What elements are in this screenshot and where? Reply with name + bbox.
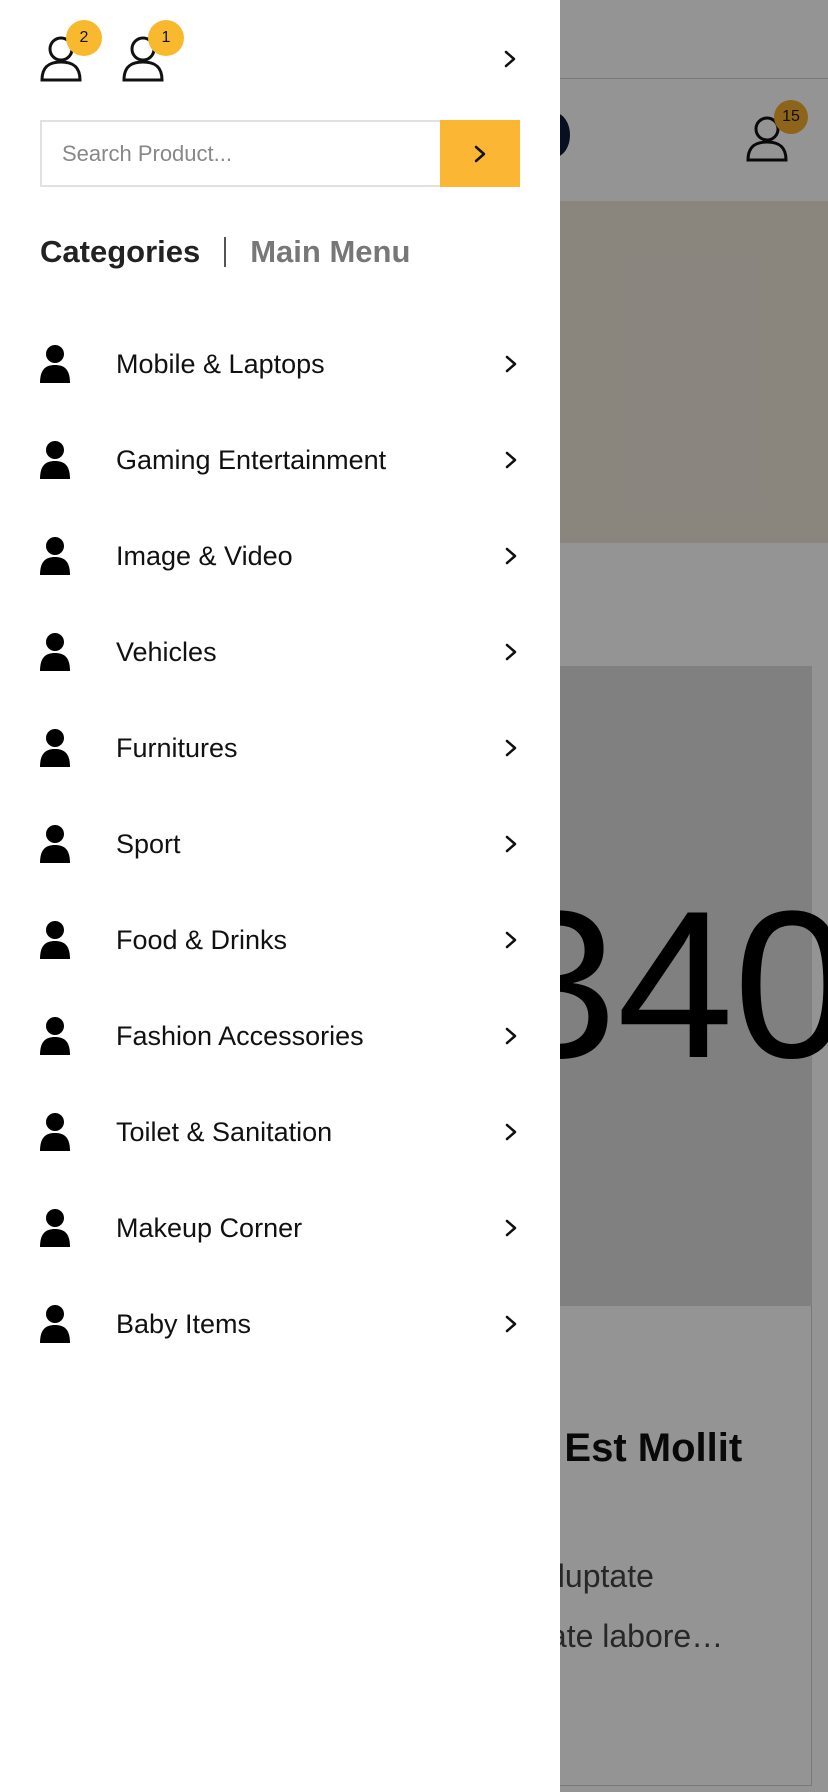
- category-item[interactable]: Food & Drinks: [40, 892, 520, 988]
- chevron-right-icon[interactable]: [500, 46, 520, 72]
- chevron-right-icon: [505, 1219, 517, 1237]
- side-drawer: 2 1 Categories Main Menu Mobile & Laptop: [0, 0, 560, 1792]
- category-list: Mobile & Laptops Gaming Entertainment Im…: [40, 316, 520, 1372]
- notification-badge: 1: [148, 20, 184, 56]
- person-filled-icon: [40, 537, 70, 575]
- drawer-top-row: 2 1: [40, 20, 520, 90]
- category-label: Toilet & Sanitation: [116, 1116, 333, 1147]
- chevron-right-icon: [505, 547, 517, 565]
- person-filled-icon: [40, 1113, 70, 1151]
- category-item[interactable]: Image & Video: [40, 508, 520, 604]
- account-button-1[interactable]: 2: [40, 20, 102, 82]
- category-label: Baby Items: [116, 1308, 252, 1339]
- person-filled-icon: [40, 1017, 70, 1055]
- chevron-right-icon: [505, 451, 517, 469]
- category-item[interactable]: Sport: [40, 796, 520, 892]
- category-label: Gaming Entertainment: [116, 444, 387, 475]
- chevron-right-icon: [505, 355, 517, 373]
- category-label: Mobile & Laptops: [116, 348, 325, 379]
- category-label: Image & Video: [116, 540, 293, 571]
- notification-badge: 2: [66, 20, 102, 56]
- tab-divider: [224, 237, 227, 267]
- search-submit-button[interactable]: [440, 120, 520, 187]
- person-filled-icon: [40, 345, 70, 383]
- chevron-right-icon: [505, 931, 517, 949]
- category-item[interactable]: Makeup Corner: [40, 1180, 520, 1276]
- person-filled-icon: [40, 441, 70, 479]
- category-label: Vehicles: [116, 636, 217, 667]
- person-filled-icon: [40, 1209, 70, 1247]
- category-label: Fashion Accessories: [116, 1020, 364, 1051]
- category-item[interactable]: Furnitures: [40, 700, 520, 796]
- search-input[interactable]: [40, 120, 440, 187]
- category-item[interactable]: Mobile & Laptops: [40, 316, 520, 412]
- category-item[interactable]: Gaming Entertainment: [40, 412, 520, 508]
- category-label: Sport: [116, 828, 181, 859]
- tab-categories[interactable]: Categories: [40, 234, 200, 270]
- chevron-right-icon: [505, 835, 517, 853]
- chevron-right-icon: [474, 145, 486, 162]
- person-filled-icon: [40, 921, 70, 959]
- category-item[interactable]: Fashion Accessories: [40, 988, 520, 1084]
- person-filled-icon: [40, 729, 70, 767]
- category-item[interactable]: Toilet & Sanitation: [40, 1084, 520, 1180]
- chevron-right-icon: [505, 1315, 517, 1333]
- account-button-2[interactable]: 1: [122, 20, 184, 82]
- person-filled-icon: [40, 633, 70, 671]
- category-label: Furnitures: [116, 732, 238, 763]
- person-filled-icon: [40, 1305, 70, 1343]
- chevron-right-icon: [505, 1123, 517, 1141]
- category-label: Food & Drinks: [116, 924, 288, 955]
- category-item[interactable]: Baby Items: [40, 1276, 520, 1372]
- category-label: Makeup Corner: [116, 1212, 303, 1243]
- chevron-right-icon: [505, 643, 517, 661]
- person-filled-icon: [40, 825, 70, 863]
- chevron-right-icon: [505, 1027, 517, 1045]
- menu-tabs: Categories Main Menu: [40, 230, 410, 274]
- chevron-right-icon: [505, 739, 517, 757]
- tab-main-menu[interactable]: Main Menu: [250, 234, 410, 270]
- search-bar: [40, 120, 520, 187]
- category-item[interactable]: Vehicles: [40, 604, 520, 700]
